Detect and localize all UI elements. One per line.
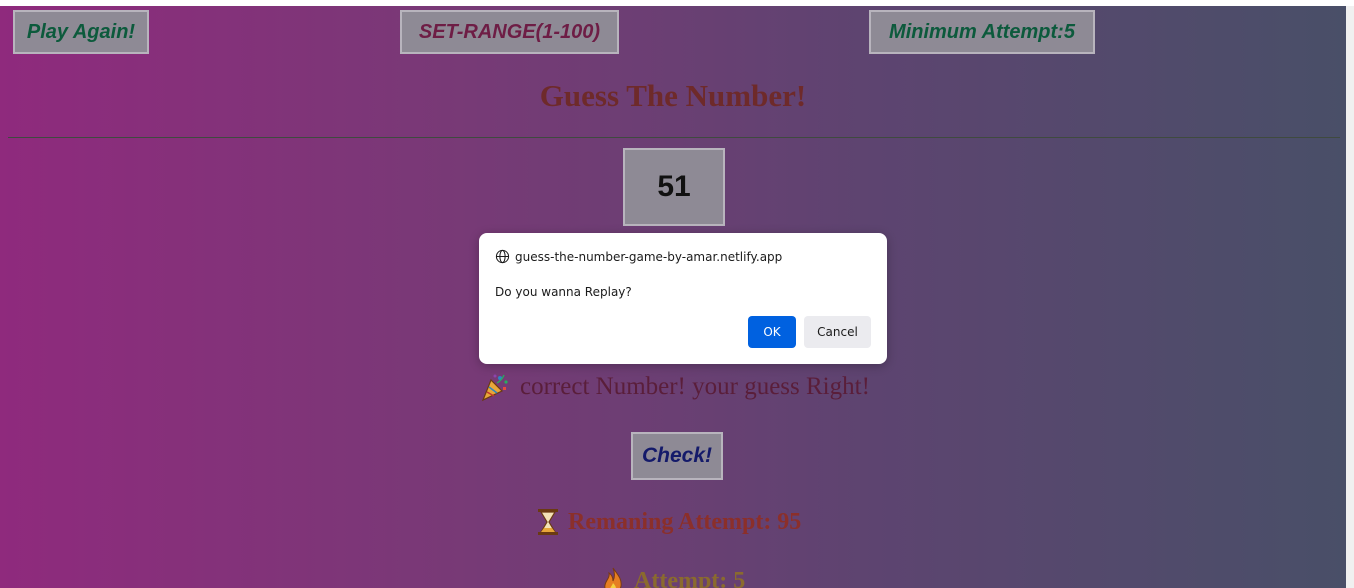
result-message: correct Number! your guess Right! bbox=[480, 372, 870, 402]
dialog-origin: guess-the-number-game-by-amar.netlify.ap… bbox=[495, 249, 782, 264]
confirm-dialog: guess-the-number-game-by-amar.netlify.ap… bbox=[479, 233, 887, 364]
remaining-attempts: Remaning Attempt: 95 bbox=[536, 508, 801, 536]
hourglass-icon bbox=[536, 508, 560, 536]
guess-input[interactable]: 51 bbox=[623, 148, 725, 226]
cancel-button[interactable]: Cancel bbox=[804, 316, 871, 348]
flame-icon bbox=[600, 566, 626, 588]
divider bbox=[8, 137, 1340, 138]
result-message-text: correct Number! your guess Right! bbox=[520, 373, 870, 400]
attempt-count-text: Attempt: 5 bbox=[634, 567, 746, 588]
dialog-message: Do you wanna Replay? bbox=[495, 285, 632, 299]
play-again-button[interactable]: Play Again! bbox=[13, 10, 149, 54]
party-popper-icon bbox=[480, 372, 510, 402]
dialog-origin-text: guess-the-number-game-by-amar.netlify.ap… bbox=[515, 249, 783, 264]
attempt-count: Attempt: 5 bbox=[600, 566, 745, 588]
remaining-attempts-text: Remaning Attempt: 95 bbox=[568, 508, 802, 535]
minimum-attempt-button[interactable]: Minimum Attempt:5 bbox=[869, 10, 1095, 54]
vertical-scrollbar[interactable] bbox=[1346, 6, 1354, 588]
check-button[interactable]: Check! bbox=[631, 432, 723, 480]
page-title: Guess The Number! bbox=[539, 78, 807, 113]
globe-icon bbox=[495, 249, 510, 264]
ok-button[interactable]: OK bbox=[748, 316, 796, 348]
set-range-button[interactable]: SET-RANGE(1-100) bbox=[400, 10, 619, 54]
